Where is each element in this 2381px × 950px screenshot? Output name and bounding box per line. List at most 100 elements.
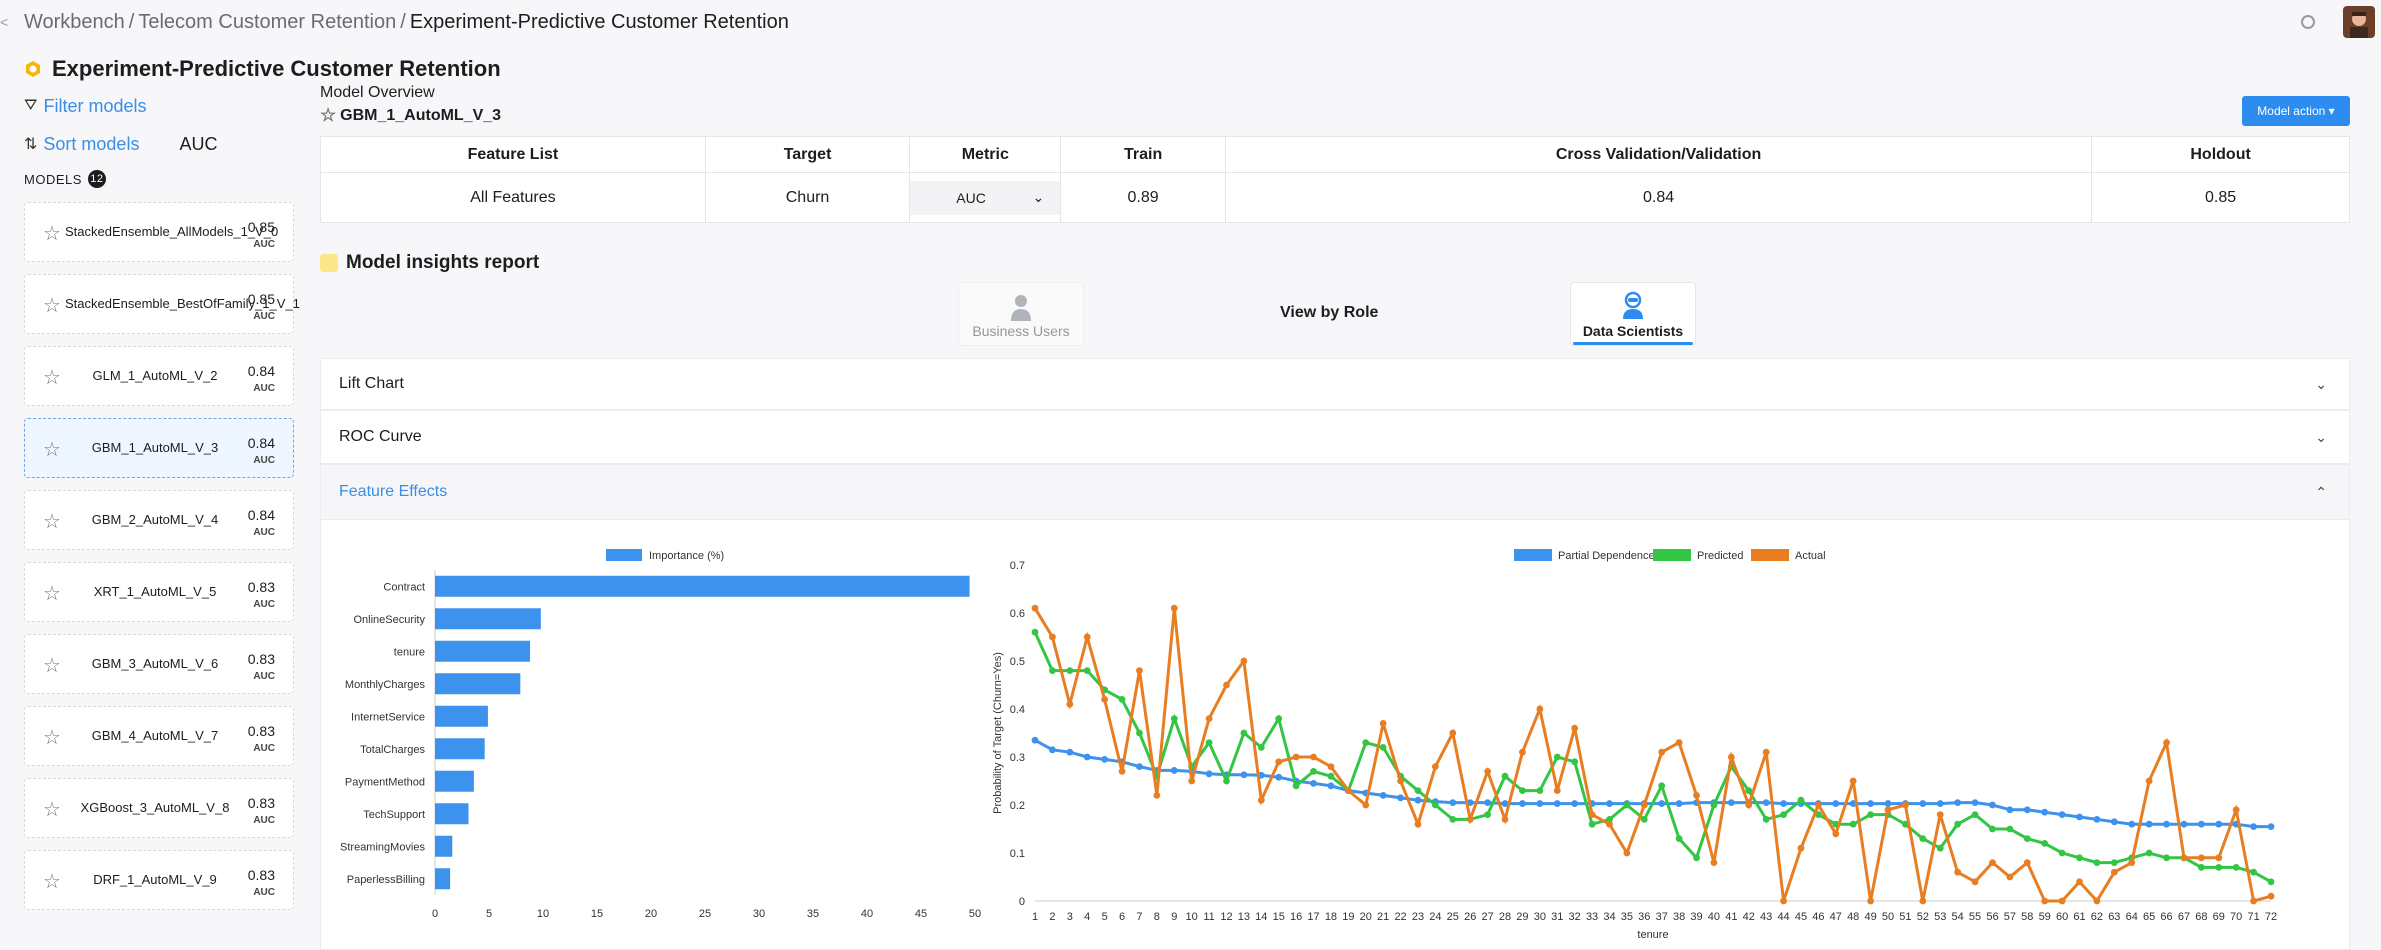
category-label: PaymentMethod: [345, 776, 425, 788]
x-tick-label: 10: [1186, 911, 1198, 923]
x-tick-label: 54: [1952, 911, 1964, 923]
data-point: [1849, 777, 1857, 785]
model-card[interactable]: ☆ StackedEnsemble_AllModels_1_V_0 0.85 AUC: [24, 202, 294, 262]
data-point: [1136, 667, 1143, 674]
model-card[interactable]: ☆ GBM_4_AutoML_V_7 0.83 AUC: [24, 706, 294, 766]
data-point: [1310, 753, 1317, 761]
data-point: [1640, 801, 1648, 809]
cell-metric: AUC ⌄: [909, 172, 1062, 223]
data-point: [1780, 800, 1787, 807]
data-point: [1327, 782, 1335, 790]
avatar[interactable]: [2343, 6, 2375, 38]
star-icon[interactable]: ☆: [43, 581, 61, 606]
model-card[interactable]: ☆ DRF_1_AutoML_V_9 0.83 AUC: [24, 850, 294, 910]
accordion-roc-curve[interactable]: ROC Curve ⌄: [320, 410, 2350, 464]
category-label: TechSupport: [363, 809, 425, 821]
model-card[interactable]: ☆ GBM_3_AutoML_V_6 0.83 AUC: [24, 634, 294, 694]
x-tick-label: 1: [1032, 911, 1038, 923]
search-icon[interactable]: [2301, 15, 2315, 29]
star-icon[interactable]: ☆: [43, 509, 61, 534]
metric-select[interactable]: AUC ⌄: [910, 180, 1061, 215]
data-point: [1675, 835, 1683, 842]
model-score: 0.84: [247, 507, 275, 523]
data-point: [1275, 758, 1283, 766]
model-card[interactable]: ☆ GLM_1_AutoML_V_2 0.84 AUC: [24, 346, 294, 406]
model-name: GBM_1_AutoML_V_3: [91, 440, 219, 455]
star-icon[interactable]: ☆: [43, 221, 61, 246]
star-icon[interactable]: ☆: [43, 797, 61, 822]
x-tick-label: 20: [1360, 911, 1372, 923]
filter-models-button[interactable]: ⛛ Filter models: [24, 92, 294, 120]
star-icon[interactable]: ☆: [43, 293, 61, 318]
x-tick-label: 21: [1377, 911, 1389, 923]
model-card[interactable]: ☆ GBM_2_AutoML_V_4 0.84 AUC: [24, 490, 294, 550]
data-point: [1814, 801, 1822, 809]
category-label: StreamingMovies: [340, 841, 425, 853]
model-action-button[interactable]: Model action ▾: [2242, 96, 2350, 126]
breadcrumb-experiment: Experiment-Predictive Customer Retention: [409, 10, 789, 33]
data-point: [1919, 800, 1927, 807]
sort-metric[interactable]: AUC: [179, 134, 217, 155]
data-point: [1832, 830, 1840, 838]
data-point: [1710, 859, 1718, 866]
x-tick-label: 70: [2230, 911, 2242, 923]
data-point: [1170, 604, 1178, 612]
data-point: [2058, 811, 2066, 818]
x-tick-label: 50: [1882, 911, 1894, 923]
accordion-lift-chart[interactable]: Lift Chart ⌄: [320, 358, 2350, 410]
model-card[interactable]: ☆ XRT_1_AutoML_V_5 0.83 AUC: [24, 562, 294, 622]
accordion-feature-effects[interactable]: Feature Effects ⌃: [320, 464, 2350, 520]
x-tick-label: 60: [2056, 911, 2068, 923]
data-point: [1536, 787, 1544, 794]
x-tick-label: 13: [1238, 911, 1250, 923]
data-point: [1153, 792, 1161, 799]
x-tick-label: 56: [1986, 911, 1998, 923]
x-tick-label: 51: [1899, 911, 1911, 923]
x-tick-label: 40: [861, 908, 873, 920]
data-point: [1066, 667, 1074, 674]
x-tick-label: 33: [1586, 911, 1598, 923]
back-icon[interactable]: <: [0, 14, 8, 30]
role-business-users[interactable]: Business Users: [958, 282, 1084, 346]
sort-models-button[interactable]: ⇅ Sort models: [24, 130, 139, 158]
bar: [435, 868, 451, 890]
x-tick-label: 30: [1534, 911, 1546, 923]
x-tick-label: 45: [1795, 911, 1807, 923]
star-icon[interactable]: ☆: [43, 725, 61, 750]
x-tick-label: 44: [1777, 911, 1789, 923]
model-metric: AUC: [253, 815, 275, 826]
breadcrumb-project[interactable]: Telecom Customer Retention: [138, 11, 396, 34]
star-icon[interactable]: ☆: [320, 105, 336, 126]
data-point: [1118, 696, 1126, 703]
x-tick-label: 10: [537, 908, 549, 920]
star-icon[interactable]: ☆: [43, 653, 61, 678]
data-point: [1519, 800, 1526, 807]
x-tick-label: 5: [1102, 911, 1108, 923]
data-point: [1101, 756, 1109, 763]
model-card[interactable]: ☆ StackedEnsemble_BestOfFamily_1_V_1 0.85 A…: [24, 274, 300, 334]
data-point: [1240, 771, 1248, 779]
role-data-scientists[interactable]: Data Scientists: [1570, 282, 1696, 346]
model-score: 0.83: [247, 651, 275, 667]
data-point: [1762, 799, 1770, 806]
data-point: [2041, 897, 2049, 905]
x-tick-label: 34: [1603, 911, 1615, 923]
model-card[interactable]: ☆ GBM_1_AutoML_V_3 0.84 AUC: [24, 418, 294, 478]
data-point: [2163, 854, 2170, 862]
bar: [435, 608, 541, 630]
data-point: [1223, 681, 1230, 689]
model-card[interactable]: ☆ XGBoost_3_AutoML_V_8 0.83 AUC: [24, 778, 294, 838]
star-icon[interactable]: ☆: [43, 437, 61, 462]
x-tick-label: 71: [2247, 911, 2259, 923]
data-point: [1954, 820, 1962, 828]
data-point: [1606, 820, 1613, 828]
star-icon[interactable]: ☆: [43, 365, 61, 390]
breadcrumb-workbench[interactable]: Workbench: [24, 11, 125, 34]
data-point: [1797, 844, 1805, 852]
x-tick-label: 48: [1847, 911, 1859, 923]
feature-importance-chart: Importance (%) Contract OnlineSecurity tenu…: [340, 549, 981, 920]
data-point: [1588, 811, 1596, 818]
x-tick-label: 17: [1307, 911, 1319, 923]
x-tick-label: 41: [1725, 911, 1737, 923]
star-icon[interactable]: ☆: [43, 869, 61, 894]
